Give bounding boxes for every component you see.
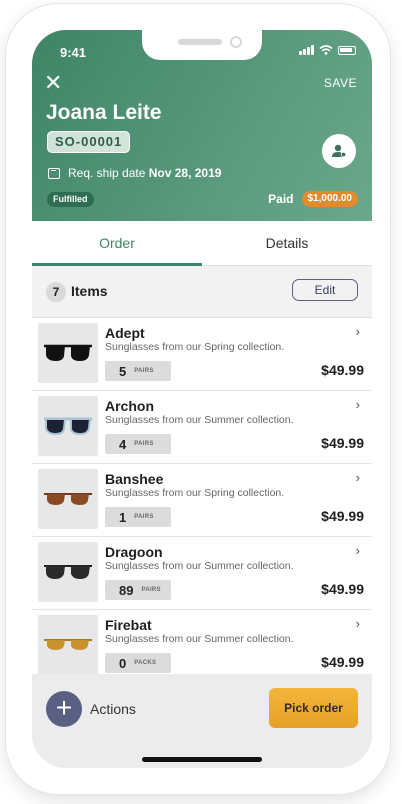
- quantity-unit: PACKS: [134, 660, 157, 666]
- item-description: Sunglasses from our Summer collection.: [105, 560, 294, 572]
- phone-notch: [142, 30, 262, 60]
- sunglasses-icon: [44, 565, 92, 579]
- item-price: $49.99: [321, 508, 364, 524]
- sunglasses-icon: [44, 344, 92, 361]
- quantity-unit: PAIRS: [134, 368, 154, 374]
- action-footer: + Actions Pick order: [32, 674, 372, 768]
- item-price: $49.99: [321, 435, 364, 451]
- app-screen: 9:41 ✕ SAVE Joana Leite SO-00001 Req. sh…: [32, 30, 372, 768]
- item-name: Adept: [105, 325, 145, 341]
- item-name: Archon: [105, 398, 154, 414]
- chevron-right-icon: ›: [355, 397, 360, 412]
- order-header: 9:41 ✕ SAVE Joana Leite SO-00001 Req. sh…: [32, 30, 372, 221]
- status-icons: [299, 45, 356, 55]
- list-item[interactable]: Firebat Sunglasses from our Summer colle…: [32, 610, 372, 674]
- ship-date-value: Nov 28, 2019: [148, 166, 222, 180]
- ship-date-row: Req. ship date Nov 28, 2019: [48, 166, 221, 180]
- item-name: Dragoon: [105, 544, 163, 560]
- tab-bar: Order Details: [32, 221, 372, 266]
- chevron-right-icon: ›: [355, 616, 360, 631]
- quantity-badge: 0 PACKS: [105, 653, 171, 673]
- item-price: $49.99: [321, 362, 364, 378]
- camera-icon: [230, 36, 242, 48]
- items-header: 7 Items Edit: [32, 266, 372, 318]
- product-thumbnail: [38, 615, 98, 674]
- home-indicator: [142, 757, 262, 762]
- quantity-value: 1: [119, 509, 127, 525]
- paid-amount-badge: $1,000.00: [301, 191, 358, 207]
- item-description: Sunglasses from our Summer collection.: [105, 633, 294, 645]
- quantity-value: 89: [119, 582, 134, 598]
- quantity-value: 5: [119, 363, 127, 379]
- phone-frame: 9:41 ✕ SAVE Joana Leite SO-00001 Req. sh…: [6, 4, 390, 794]
- plus-icon[interactable]: +: [46, 691, 82, 727]
- customer-name: Joana Leite: [46, 101, 162, 124]
- product-thumbnail: [38, 469, 98, 529]
- battery-icon: [338, 46, 356, 55]
- chevron-right-icon: ›: [355, 543, 360, 558]
- pick-order-button[interactable]: Pick order: [269, 688, 358, 728]
- order-id-badge: SO-00001: [47, 131, 131, 153]
- tab-order[interactable]: Order: [32, 221, 202, 266]
- user-icon: [332, 144, 347, 158]
- edit-button[interactable]: Edit: [292, 279, 358, 301]
- sunglasses-icon: [44, 639, 92, 650]
- item-price: $49.99: [321, 581, 364, 597]
- item-description: Sunglasses from our Spring collection.: [105, 341, 285, 353]
- list-item[interactable]: Banshee Sunglasses from our Spring colle…: [32, 464, 372, 537]
- save-button[interactable]: SAVE: [324, 76, 357, 90]
- quantity-badge: 89 PAIRS: [105, 580, 171, 600]
- product-thumbnail: [38, 323, 98, 383]
- product-thumbnail: [38, 542, 98, 602]
- quantity-badge: 5 PAIRS: [105, 361, 171, 381]
- quantity-unit: PAIRS: [141, 587, 161, 593]
- item-description: Sunglasses from our Spring collection.: [105, 487, 285, 499]
- quantity-value: 0: [119, 655, 127, 671]
- quantity-badge: 4 PAIRS: [105, 434, 171, 454]
- quantity-badge: 1 PAIRS: [105, 507, 171, 527]
- close-icon[interactable]: ✕: [44, 72, 62, 94]
- item-name: Firebat: [105, 617, 152, 633]
- item-count-badge: 7: [46, 282, 66, 302]
- status-time: 9:41: [60, 45, 87, 60]
- actions-label[interactable]: Actions: [90, 701, 136, 717]
- list-item[interactable]: Dragoon Sunglasses from our Summer colle…: [32, 537, 372, 610]
- fulfillment-badge: Fulfilled: [47, 192, 94, 207]
- list-item[interactable]: Adept Sunglasses from our Spring collect…: [32, 318, 372, 391]
- list-item[interactable]: Archon Sunglasses from our Summer collec…: [32, 391, 372, 464]
- product-thumbnail: [38, 396, 98, 456]
- item-description: Sunglasses from our Summer collection.: [105, 414, 294, 426]
- sunglasses-icon: [44, 493, 92, 505]
- paid-label: Paid: [268, 192, 294, 206]
- quantity-unit: PAIRS: [134, 514, 154, 520]
- assign-user-button[interactable]: [322, 134, 356, 168]
- items-label: Items: [71, 283, 108, 299]
- signal-icon: [299, 45, 314, 55]
- ship-date-label: Req. ship date: [68, 166, 146, 180]
- tab-details[interactable]: Details: [202, 221, 372, 265]
- wifi-icon: [319, 45, 333, 55]
- item-list: Adept Sunglasses from our Spring collect…: [32, 318, 372, 674]
- quantity-unit: PAIRS: [134, 441, 154, 447]
- quantity-value: 4: [119, 436, 127, 452]
- payment-status: Paid $1,000.00: [268, 191, 358, 207]
- sunglasses-icon: [44, 417, 92, 436]
- item-name: Banshee: [105, 471, 164, 487]
- speaker-grille: [178, 39, 222, 45]
- calendar-icon: [48, 167, 60, 179]
- chevron-right-icon: ›: [355, 324, 360, 339]
- item-price: $49.99: [321, 654, 364, 670]
- chevron-right-icon: ›: [355, 470, 360, 485]
